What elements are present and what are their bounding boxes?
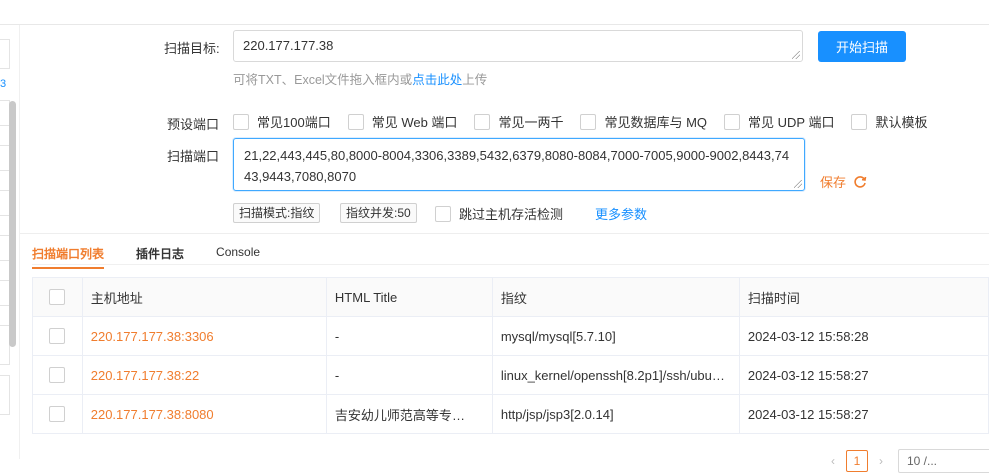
tab-port-list[interactable]: 扫描端口列表 <box>32 245 105 269</box>
ports-value: 21,22,443,445,80,8000-8004,3306,3389,543… <box>244 148 790 184</box>
host-link[interactable]: 220.177.177.38:3306 <box>91 329 214 344</box>
result-tabs: 扫描端口列表 插件日志 Console <box>32 245 292 269</box>
upload-hint: 可将TXT、Excel文件拖入框内或点击此处上传 <box>233 69 487 88</box>
checkbox[interactable] <box>580 113 597 130</box>
table-header-row: 主机地址 HTML Title 指纹 扫描时间 <box>32 277 989 317</box>
select-all-checkbox[interactable] <box>49 289 66 306</box>
preset-label-text: 默认模板 <box>875 115 928 130</box>
upload-hint-suffix: 上传 <box>462 73 488 87</box>
start-scan-button[interactable]: 开始扫描 <box>818 31 906 62</box>
save-label: 保存 <box>820 175 847 190</box>
fingerprint: http/jsp/jsp3[2.0.14] <box>500 407 614 423</box>
preset-label-text: 常见 UDP 端口 <box>748 115 835 130</box>
ports-label: 扫描端口 <box>167 149 220 164</box>
preset-default-template[interactable]: 默认模板 <box>851 112 927 131</box>
save-button[interactable]: 保存 <box>820 172 867 191</box>
more-params-link[interactable]: 更多参数 <box>595 204 647 223</box>
table-row: 220.177.177.38:3306 - mysql/mysql[5.7.10… <box>32 316 989 356</box>
preset-label-text: 常见100端口 <box>257 115 331 130</box>
checkbox[interactable] <box>233 113 249 130</box>
scan-time: 2024-03-12 15:58:28 <box>747 328 869 344</box>
preset-label-text: 常见一两千 <box>498 115 564 130</box>
html-title: - <box>334 329 340 345</box>
preset-label-text: 常见 Web 端口 <box>371 115 458 130</box>
preset-common-udp[interactable]: 常见 UDP 端口 <box>724 112 834 131</box>
skip-alive-check[interactable]: 跳过主机存活检测 <box>435 204 563 223</box>
scan-mode-tag[interactable]: 扫描模式:指纹 <box>233 203 321 223</box>
header-host: 主机地址 <box>82 277 327 317</box>
left-sidebar: 3 <box>0 25 20 459</box>
table-row: 220.177.177.38:22 - linux_kernel/openssh… <box>32 355 989 395</box>
preset-options: 常见100端口 常见 Web 端口 常见一两千 常见数据库与 MQ 常见 UDP… <box>233 112 944 131</box>
pagination: ‹ 1 › 10 /... <box>824 449 989 473</box>
preset-common-web[interactable]: 常见 Web 端口 <box>347 112 458 131</box>
results-table: 主机地址 HTML Title 指纹 扫描时间 220.177.177.38:3… <box>32 277 989 434</box>
select-all-cell <box>32 277 83 317</box>
checkbox[interactable] <box>474 113 491 130</box>
row-select-cell <box>32 394 83 434</box>
checkbox[interactable] <box>435 205 451 222</box>
next-page-icon[interactable]: › <box>872 454 890 468</box>
upload-hint-text: 可将TXT、Excel文件拖入框内或 <box>233 73 413 87</box>
table-row: 220.177.177.38:8080 吉安幼儿师范高等专科学校 http/js… <box>32 394 989 434</box>
divider <box>20 233 989 234</box>
resize-grip-icon[interactable] <box>794 180 802 188</box>
preset-label-text: 常见数据库与 MQ <box>604 115 708 130</box>
fingerprint: mysql/mysql[5.7.10] <box>500 329 616 345</box>
html-title: 吉安幼儿师范高等专科学校 <box>334 407 475 423</box>
row-select-cell <box>32 316 83 356</box>
checkbox[interactable] <box>851 113 868 130</box>
row-checkbox[interactable] <box>49 367 66 384</box>
checkbox[interactable] <box>347 113 364 130</box>
page-size-select[interactable]: 10 /... <box>898 449 989 473</box>
concurrency-tag[interactable]: 指纹并发:50 <box>340 203 417 223</box>
resize-grip-icon[interactable] <box>792 51 800 59</box>
refresh-icon <box>854 175 867 188</box>
page-number[interactable]: 1 <box>846 450 868 472</box>
target-input[interactable]: 220.177.177.38 <box>233 30 803 62</box>
host-link[interactable]: 220.177.177.38:22 <box>91 368 199 383</box>
row-checkbox[interactable] <box>49 328 66 345</box>
scan-time: 2024-03-12 15:58:27 <box>747 406 869 422</box>
sidebar-scrollbar[interactable] <box>9 101 16 347</box>
ports-textarea[interactable]: 21,22,443,445,80,8000-8004,3306,3389,543… <box>233 138 805 191</box>
header-html-title: HTML Title <box>326 277 493 317</box>
row-checkbox[interactable] <box>49 406 66 423</box>
prev-page-icon[interactable]: ‹ <box>824 454 842 468</box>
sidebar-field[interactable] <box>0 375 10 415</box>
sidebar-field[interactable] <box>0 39 10 69</box>
html-title: - <box>334 368 340 384</box>
row-select-cell <box>32 355 83 395</box>
skip-label: 跳过主机存活检测 <box>459 207 564 222</box>
host-link[interactable]: 220.177.177.38:8080 <box>91 407 214 422</box>
top-divider <box>0 24 989 25</box>
tab-plugin-log[interactable]: 插件日志 <box>136 245 184 269</box>
sidebar-number: 3 <box>0 78 7 90</box>
target-input-value: 220.177.177.38 <box>243 38 334 53</box>
preset-common-thousands[interactable]: 常见一两千 <box>474 112 563 131</box>
tab-console[interactable]: Console <box>216 245 260 269</box>
header-fingerprint: 指纹 <box>492 277 740 317</box>
target-label: 扫描目标: <box>164 41 220 56</box>
fingerprint: linux_kernel/openssh[8.2p1]/ssh/ubuntu_l… <box>500 368 731 384</box>
preset-database-mq[interactable]: 常见数据库与 MQ <box>580 112 707 131</box>
preset-label: 预设端口 <box>167 117 220 132</box>
upload-link[interactable]: 点击此处 <box>412 73 462 87</box>
tabs-divider <box>32 264 989 265</box>
checkbox[interactable] <box>724 113 741 130</box>
header-scan-time: 扫描时间 <box>739 277 989 317</box>
preset-common-100[interactable]: 常见100端口 <box>233 112 331 131</box>
scan-time: 2024-03-12 15:58:27 <box>747 367 869 383</box>
